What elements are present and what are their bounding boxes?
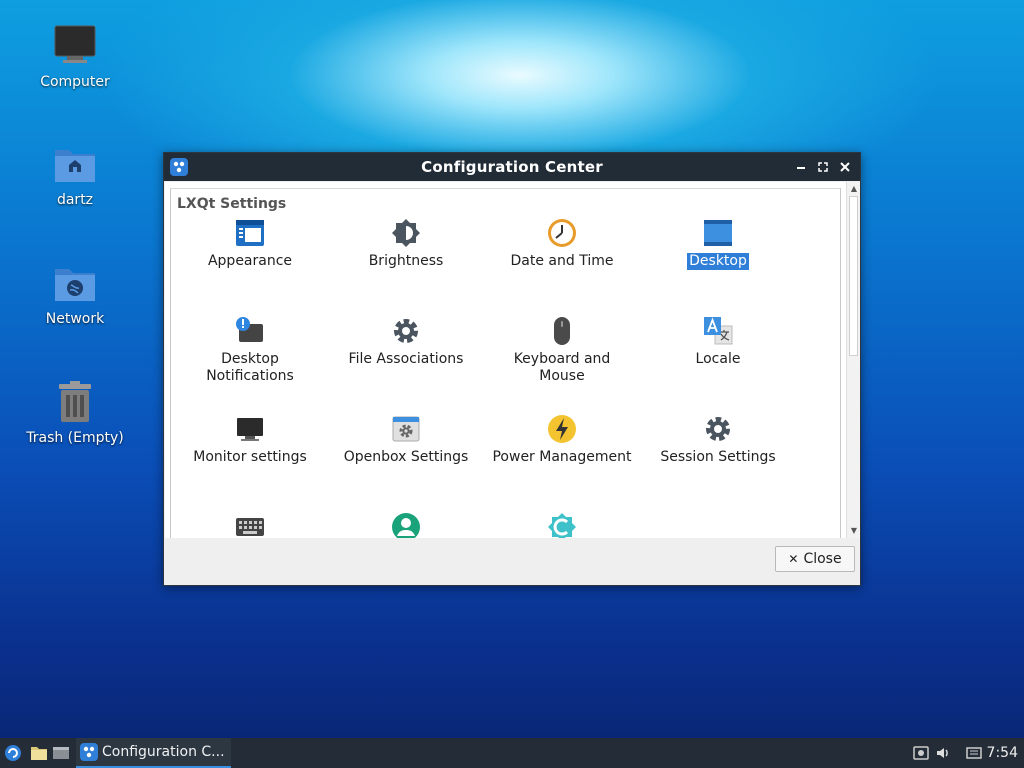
close-icon bbox=[840, 162, 850, 172]
minimize-button[interactable] bbox=[792, 157, 810, 177]
settings-item-label: File Associations bbox=[348, 351, 464, 367]
user-icon bbox=[391, 512, 421, 538]
minimize-icon bbox=[797, 167, 805, 169]
maximize-button[interactable] bbox=[814, 157, 832, 177]
brightness-icon bbox=[391, 218, 421, 248]
configuration-center-window: Configuration Center LXQt Settings Appea… bbox=[163, 152, 861, 586]
scrollbar-thumb[interactable] bbox=[849, 196, 858, 356]
section-title: LXQt Settings bbox=[177, 196, 287, 212]
keyboard-icon bbox=[235, 512, 265, 538]
window-titlebar[interactable]: Configuration Center bbox=[164, 153, 860, 181]
screenshot-tray-icon[interactable] bbox=[913, 745, 929, 761]
monitor-icon bbox=[235, 414, 265, 444]
desktop-icon-label: dartz bbox=[56, 192, 94, 208]
desktop-icon-label: Trash (Empty) bbox=[26, 430, 124, 446]
configuration-center-app-icon bbox=[170, 158, 188, 176]
vertical-scrollbar[interactable]: ▲ ▼ bbox=[846, 182, 860, 538]
desktop-icon-network[interactable]: Network bbox=[20, 261, 130, 327]
settings-item-label: Desktop Notifications bbox=[206, 351, 294, 384]
settings-item-session[interactable]: Session Settings bbox=[640, 414, 796, 466]
close-button-label: Close bbox=[803, 551, 842, 567]
settings-item-label: Openbox Settings bbox=[343, 449, 469, 465]
taskbar: Configuration C... 7:54 bbox=[0, 738, 1024, 768]
task-label: Configuration C... bbox=[102, 744, 225, 760]
mouse-icon bbox=[547, 316, 577, 346]
clock[interactable]: 7:54 bbox=[987, 745, 1018, 761]
settings-item-openbox[interactable]: Openbox Settings bbox=[328, 414, 484, 466]
settings-item-label: Appearance bbox=[207, 253, 293, 269]
network-tray-icon[interactable] bbox=[966, 745, 982, 761]
scroll-up-icon[interactable]: ▲ bbox=[849, 184, 859, 194]
desktop-icon-label: Network bbox=[45, 311, 105, 327]
desktop-icon bbox=[703, 218, 733, 248]
openbox-icon bbox=[391, 414, 421, 444]
locale-icon bbox=[703, 316, 733, 346]
main-menu-button[interactable] bbox=[4, 744, 22, 762]
power-icon bbox=[547, 414, 577, 444]
home-folder-icon bbox=[53, 142, 97, 186]
taskbar-task-configuration-center[interactable]: Configuration C... bbox=[76, 738, 231, 768]
gear-icon bbox=[703, 414, 733, 444]
window-icon bbox=[53, 747, 69, 759]
settings-item-label: Locale bbox=[695, 351, 741, 367]
file-manager-icon bbox=[31, 747, 47, 760]
settings-item-label: Session Settings bbox=[660, 449, 776, 465]
close-icon: ✕ bbox=[788, 552, 799, 566]
network-folder-icon bbox=[53, 261, 97, 305]
notification-icon bbox=[235, 316, 265, 346]
settings-item-locale[interactable]: Locale bbox=[640, 316, 796, 368]
window-close-button[interactable] bbox=[836, 157, 854, 177]
settings-item-label: Monitor settings bbox=[193, 449, 307, 465]
maximize-icon bbox=[818, 162, 828, 172]
clock-icon bbox=[547, 218, 577, 248]
gear-icon bbox=[391, 316, 421, 346]
appearance-icon bbox=[235, 218, 265, 248]
settings-item-label: Date and Time bbox=[510, 253, 614, 269]
scroll-down-icon[interactable]: ▼ bbox=[849, 526, 859, 536]
trash-icon bbox=[53, 380, 97, 424]
settings-item-users[interactable] bbox=[328, 512, 484, 538]
settings-item-keyboard[interactable] bbox=[172, 512, 328, 538]
lxqt-logo-icon bbox=[5, 745, 21, 761]
settings-item-label: Power Management bbox=[492, 449, 632, 465]
settings-item-label: Desktop bbox=[687, 253, 749, 270]
settings-item-brightness[interactable]: Brightness bbox=[328, 218, 484, 270]
computer-icon bbox=[53, 24, 97, 68]
close-button[interactable]: ✕ Close bbox=[775, 546, 855, 572]
settings-item-label: Brightness bbox=[368, 253, 444, 269]
desktop-icon-computer[interactable]: Computer bbox=[20, 24, 130, 90]
settings-item-file-associations[interactable]: File Associations bbox=[328, 316, 484, 368]
configuration-center-app-icon bbox=[80, 743, 98, 761]
desktop-icon-trash[interactable]: Trash (Empty) bbox=[20, 380, 130, 446]
settings-item-date-time[interactable]: Date and Time bbox=[484, 218, 640, 270]
settings-item-keyboard-mouse[interactable]: Keyboard and Mouse bbox=[484, 316, 640, 385]
settings-item-appearance[interactable]: Appearance bbox=[172, 218, 328, 270]
settings-list[interactable]: LXQt Settings Appearance Brightness Date… bbox=[165, 182, 860, 538]
show-desktop-button[interactable] bbox=[30, 744, 48, 762]
settings-item-compton[interactable] bbox=[484, 512, 640, 538]
volume-icon[interactable] bbox=[935, 745, 951, 761]
dialog-footer: ✕ Close bbox=[164, 538, 860, 585]
settings-item-power[interactable]: Power Management bbox=[484, 414, 640, 466]
settings-item-desktop[interactable]: Desktop bbox=[640, 218, 796, 270]
settings-item-desktop-notifications[interactable]: Desktop Notifications bbox=[172, 316, 328, 385]
desktop-icon-label: Computer bbox=[40, 74, 110, 90]
desktop-icon-home[interactable]: dartz bbox=[20, 142, 130, 208]
window-title: Configuration Center bbox=[421, 158, 603, 176]
settings-item-monitor[interactable]: Monitor settings bbox=[172, 414, 328, 466]
settings-item-label: Keyboard and Mouse bbox=[513, 351, 611, 384]
compositor-icon bbox=[547, 512, 577, 538]
desktop-switch-button[interactable] bbox=[52, 744, 70, 762]
